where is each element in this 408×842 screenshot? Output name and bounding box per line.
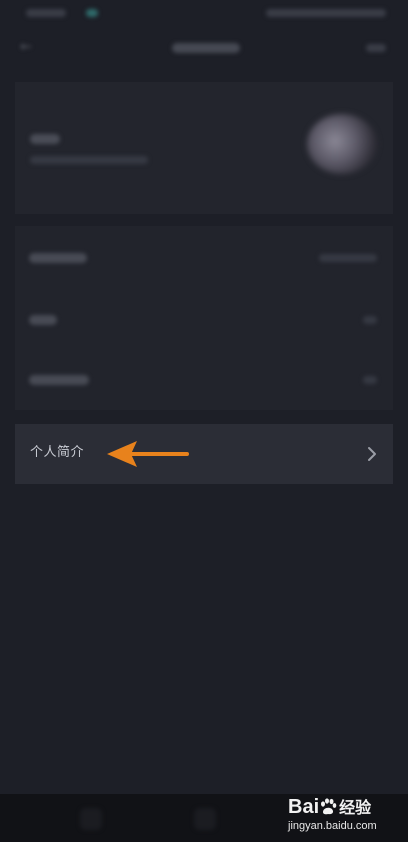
page-title (172, 43, 240, 53)
status-bar (0, 0, 408, 28)
settings-row-value (363, 316, 377, 324)
chevron-right-icon (368, 447, 376, 461)
settings-row-label (29, 253, 87, 263)
nav-bar: ← (0, 28, 408, 68)
profile-subtitle (30, 156, 148, 164)
settings-row[interactable] (15, 290, 393, 350)
nav-save-button[interactable] (366, 44, 386, 52)
settings-row[interactable] (15, 350, 393, 410)
arrow-left-icon (107, 441, 189, 467)
paw-icon (321, 798, 337, 815)
watermark-logo: Bai 经验 (288, 796, 371, 820)
settings-row[interactable] (15, 228, 393, 288)
status-network-icon (86, 9, 98, 17)
settings-row-label (29, 375, 89, 385)
settings-row-value (363, 376, 377, 384)
back-arrow-icon[interactable]: ← (20, 40, 34, 54)
settings-row-value (319, 254, 377, 262)
watermark-url: jingyan.baidu.com (288, 820, 377, 832)
watermark: Bai 经验 jingyan.baidu.com (288, 796, 404, 836)
profile-card[interactable] (15, 82, 393, 214)
settings-card (15, 226, 393, 410)
avatar[interactable] (307, 114, 377, 174)
status-time (26, 9, 66, 17)
profile-name (30, 134, 60, 144)
nav-menu-icon[interactable] (194, 808, 216, 830)
status-indicators (266, 9, 386, 17)
watermark-brand: Bai (288, 796, 320, 818)
personal-intro-label: 个人简介 (30, 445, 85, 460)
watermark-brand-tail: 经验 (339, 800, 372, 817)
personal-intro-row[interactable]: 个人简介 (15, 424, 393, 484)
nav-home-icon[interactable] (80, 808, 102, 830)
settings-row-label (29, 315, 57, 325)
